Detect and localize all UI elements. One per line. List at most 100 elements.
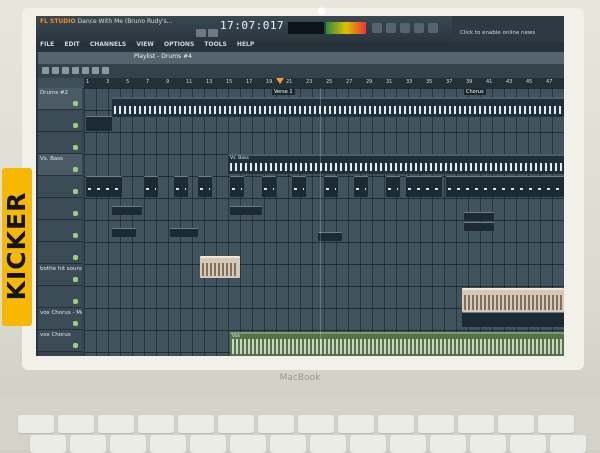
- track-mute-toggle[interactable]: [73, 101, 78, 106]
- menu-channels[interactable]: CHANNELS: [90, 41, 126, 48]
- play-button[interactable]: [196, 29, 206, 37]
- playlist-titlebar[interactable]: Playlist - Drums #4: [38, 52, 564, 64]
- track-mute-toggle[interactable]: [73, 277, 78, 282]
- track-header[interactable]: [38, 198, 82, 220]
- pattern-clip[interactable]: [144, 176, 158, 197]
- keyboard-key: [98, 415, 134, 433]
- keyboard-key: [30, 435, 66, 453]
- track-header[interactable]: [38, 220, 82, 242]
- song-position-marker[interactable]: [276, 78, 284, 84]
- track-header[interactable]: [38, 176, 82, 198]
- mixer-icon[interactable]: [414, 23, 424, 33]
- menu-view[interactable]: VIEW: [136, 41, 154, 48]
- vocal-audio-clip[interactable]: Vox: [230, 332, 564, 356]
- pattern-clip[interactable]: [464, 212, 494, 221]
- menu-help[interactable]: HELP: [237, 41, 254, 48]
- pattern-clip[interactable]: [112, 206, 142, 215]
- pattern-clip[interactable]: [86, 176, 122, 197]
- track-header[interactable]: vox Chorus - Med: [38, 308, 82, 330]
- bass-clip[interactable]: Vs. Bass: [228, 154, 564, 174]
- track-headers: Drums #2 Vs. Bass bottle hit sound vox C…: [38, 88, 84, 356]
- timeline-bar-number: 19: [266, 79, 273, 85]
- track-mute-toggle[interactable]: [73, 211, 78, 216]
- select-tool-icon[interactable]: [92, 67, 99, 74]
- menu-edit[interactable]: EDIT: [64, 41, 79, 48]
- pattern-clip[interactable]: [174, 176, 188, 197]
- pattern-clip[interactable]: [324, 176, 338, 197]
- track-mute-toggle[interactable]: [73, 343, 78, 348]
- pattern-clip[interactable]: [292, 176, 306, 197]
- song-position-clock[interactable]: 17:07:017: [220, 19, 284, 32]
- paint-tool-icon[interactable]: [52, 67, 59, 74]
- keyboard-key: [298, 415, 334, 433]
- timeline-bar-number: 9: [166, 79, 170, 85]
- pattern-clip[interactable]: [386, 176, 400, 197]
- pattern-clip[interactable]: [112, 228, 136, 237]
- timeline-bar-number: 37: [446, 79, 453, 85]
- drum-pattern-clip[interactable]: [112, 97, 564, 117]
- vox-chorus-audio-clip[interactable]: [462, 288, 564, 312]
- track-header[interactable]: [38, 132, 82, 154]
- pattern-clip[interactable]: [170, 228, 198, 237]
- track-mute-toggle[interactable]: [73, 233, 78, 238]
- pattern-clip[interactable]: [462, 312, 564, 327]
- playhead-line: [320, 88, 321, 356]
- track-header[interactable]: [38, 286, 82, 308]
- track-mute-toggle[interactable]: [73, 145, 78, 150]
- menu-tools[interactable]: TOOLS: [204, 41, 226, 48]
- pattern-clip[interactable]: [262, 176, 276, 197]
- chorus-marker[interactable]: Chorus: [464, 89, 486, 95]
- timeline-bar-number: 5: [126, 79, 130, 85]
- track-header[interactable]: Vs. Bass: [38, 154, 82, 176]
- pattern-clip[interactable]: [230, 206, 262, 215]
- zoom-tool-icon[interactable]: [102, 67, 109, 74]
- timeline-bar-number: 13: [206, 79, 213, 85]
- track-header[interactable]: vox Chorus: [38, 330, 82, 352]
- pattern-clip[interactable]: [86, 116, 112, 131]
- track-mute-toggle[interactable]: [73, 321, 78, 326]
- menu-file[interactable]: FILE: [40, 41, 54, 48]
- menu-options[interactable]: OPTIONS: [164, 41, 194, 48]
- track-mute-toggle[interactable]: [73, 167, 78, 172]
- piano-roll-icon[interactable]: [386, 23, 396, 33]
- track-mute-toggle[interactable]: [73, 255, 78, 260]
- keyboard-key: [338, 415, 374, 433]
- pattern-clip[interactable]: [446, 176, 564, 197]
- pattern-clip[interactable]: [318, 232, 342, 241]
- timeline-bar-number: 39: [466, 79, 473, 85]
- pattern-clip[interactable]: [198, 176, 212, 197]
- pattern-clip[interactable]: [354, 176, 368, 197]
- delete-tool-icon[interactable]: [62, 67, 69, 74]
- track-name: Drums #2: [40, 90, 69, 96]
- track-header[interactable]: [38, 110, 82, 132]
- track-header[interactable]: [38, 242, 82, 264]
- clip-notes: [448, 183, 562, 195]
- track-mute-toggle[interactable]: [73, 189, 78, 194]
- track-header[interactable]: Drums #2: [38, 88, 82, 110]
- channel-rack-icon[interactable]: [400, 23, 410, 33]
- slice-tool-icon[interactable]: [82, 67, 89, 74]
- browser-icon[interactable]: [428, 23, 438, 33]
- cpu-meter: [326, 22, 366, 34]
- playlist-icon[interactable]: [372, 23, 382, 33]
- bass-notes: [230, 163, 562, 171]
- stop-button[interactable]: [208, 29, 218, 37]
- pattern-clip[interactable]: [406, 176, 442, 197]
- timeline-bar-number: 21: [286, 79, 293, 85]
- bottle-hit-audio-clip[interactable]: [200, 256, 240, 278]
- track-header[interactable]: bottle hit sound: [38, 264, 82, 286]
- track-mute-toggle[interactable]: [73, 299, 78, 304]
- oscilloscope-meter: [288, 22, 324, 34]
- pattern-clip[interactable]: [230, 176, 244, 197]
- draw-tool-icon[interactable]: [42, 67, 49, 74]
- camera-dot: [318, 8, 325, 14]
- timeline-ruler[interactable]: 1 3 5 7 9 11 13 15 17 19 21 23 25 27 29 31 33 35 37 39 41 43 4…: [84, 78, 564, 88]
- online-news-text[interactable]: Click to enable online news: [460, 30, 560, 39]
- verse-marker[interactable]: Verse 1: [272, 89, 295, 95]
- playlist-title: Playlist - Drums #4: [134, 53, 192, 60]
- track-mute-toggle[interactable]: [73, 123, 78, 128]
- arrangement-grid[interactable]: Verse 1 Chorus Vs. Bass Vox: [84, 88, 564, 356]
- mute-tool-icon[interactable]: [72, 67, 79, 74]
- laptop-frame: KICKER FL STUDIO Dance With Me (Bruno Ru…: [0, 0, 600, 453]
- pattern-clip[interactable]: [464, 222, 494, 231]
